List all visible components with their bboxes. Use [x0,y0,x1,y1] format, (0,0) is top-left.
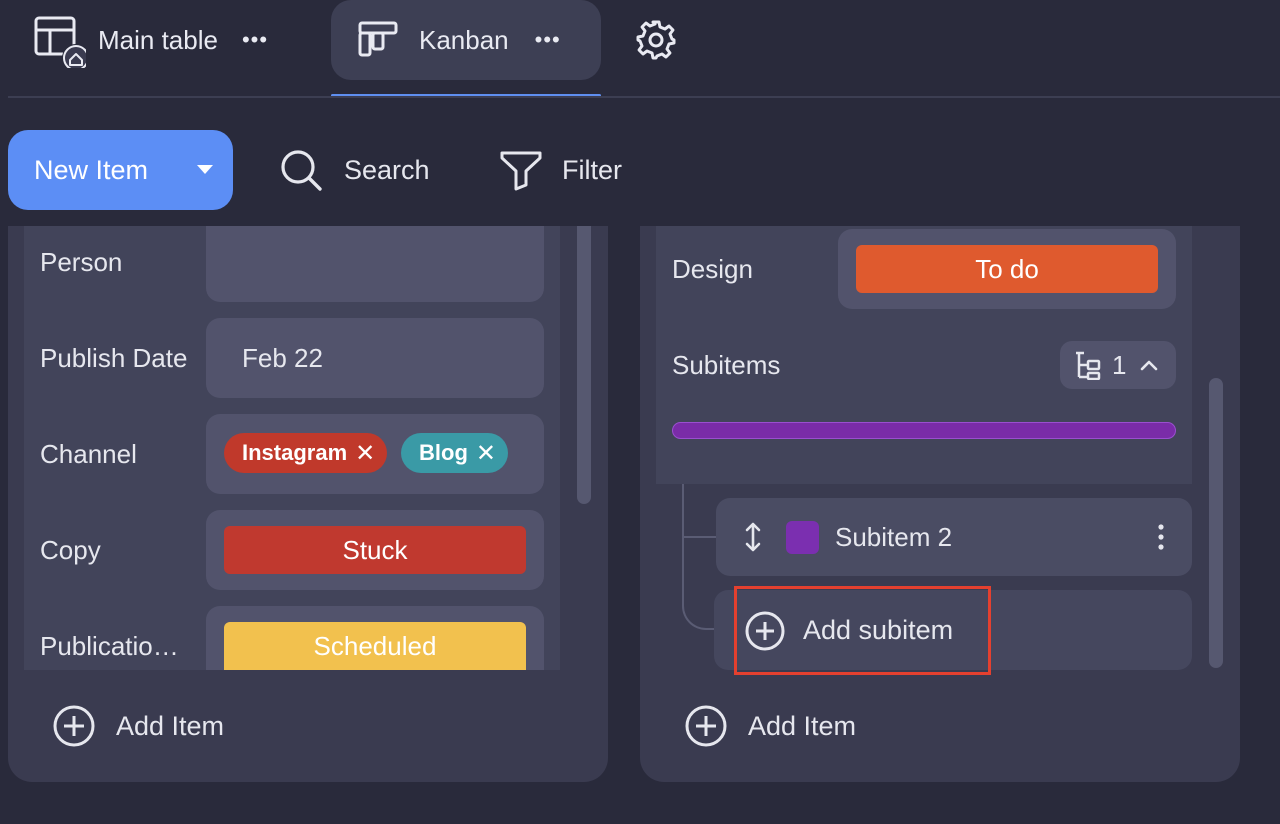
status-badge-scheduled[interactable]: Scheduled [224,622,526,670]
chevron-down-icon[interactable] [197,165,213,174]
search-button[interactable]: Search [278,130,430,210]
chip-blog-label: Blog [419,440,468,465]
search-icon [278,147,324,193]
field-label-publish-date: Publish Date [40,343,188,373]
filter-label: Filter [562,154,622,185]
gear-icon[interactable] [634,18,678,62]
field-label-channel: Channel [40,439,137,469]
kanban-more-icon[interactable]: ••• [535,29,561,51]
more-vertical-icon[interactable] [1156,523,1166,551]
scrollbar-left[interactable] [577,226,591,504]
field-label-person: Person [40,247,123,277]
chip-blog[interactable]: Blog ✕ [401,433,508,473]
subitem-row[interactable]: Subitem 2 [716,498,1192,576]
design-field[interactable]: To do [838,229,1176,309]
copy-field[interactable]: Stuck [206,510,544,590]
tab-kanban-label: Kanban [419,24,509,55]
new-item-label: New Item [34,154,149,185]
plus-circle-icon [684,704,728,748]
drag-handle-icon[interactable] [744,521,762,553]
tab-main-table-label: Main table [98,24,218,55]
status-badge-to-do[interactable]: To do [856,245,1158,293]
publish-date-value: Feb 22 [242,343,323,373]
plus-circle-icon [52,704,96,748]
subitem-color-swatch [786,520,819,554]
tab-kanban[interactable]: Kanban ••• [331,0,601,80]
chip-instagram-label: Instagram [242,440,348,465]
status-badge-stuck[interactable]: Stuck [224,526,526,574]
add-subitem-label: Add subitem [803,615,954,645]
new-item-button[interactable]: New Item [8,130,233,210]
add-item-button-right[interactable]: Add Item [684,704,856,748]
chip-instagram[interactable]: Instagram ✕ [224,433,388,473]
add-item-label: Add Item [116,710,225,741]
field-label-publication: Publicatio… [40,631,179,661]
filter-button[interactable]: Filter [498,130,622,210]
search-label: Search [344,154,430,185]
tab-bar-divider [8,96,1280,98]
field-label-subitems: Subitems [672,350,781,380]
main-table-more-icon[interactable]: ••• [242,29,268,51]
tree-connector [682,484,716,630]
channel-field[interactable]: Instagram ✕ Blog ✕ [206,414,544,494]
remove-chip-icon[interactable]: ✕ [476,439,496,468]
field-label-design: Design [672,254,753,284]
subitems-count: 1 [1112,349,1127,380]
plus-circle-icon [743,609,787,653]
subitems-toggle[interactable]: 1 [1060,341,1176,389]
filter-icon [498,147,544,193]
chevron-up-icon [1140,359,1158,371]
publication-field[interactable]: Scheduled [206,606,544,670]
table-home-icon [30,12,86,68]
person-field[interactable] [206,226,544,302]
subitems-tree-icon [1074,350,1102,380]
subitems-progress-bar [672,422,1176,439]
add-subitem-button[interactable]: Add subitem [734,586,991,675]
remove-chip-icon[interactable]: ✕ [355,439,375,468]
field-label-copy: Copy [40,535,101,565]
tab-main-table[interactable]: Main table ••• [30,0,268,80]
add-item-label: Add Item [748,710,857,741]
subitem-name: Subitem 2 [835,521,953,552]
kanban-icon [357,19,399,61]
publish-date-field[interactable]: Feb 22 [206,318,544,398]
add-item-button-left[interactable]: Add Item [52,704,224,748]
scrollbar-right[interactable] [1209,378,1223,668]
